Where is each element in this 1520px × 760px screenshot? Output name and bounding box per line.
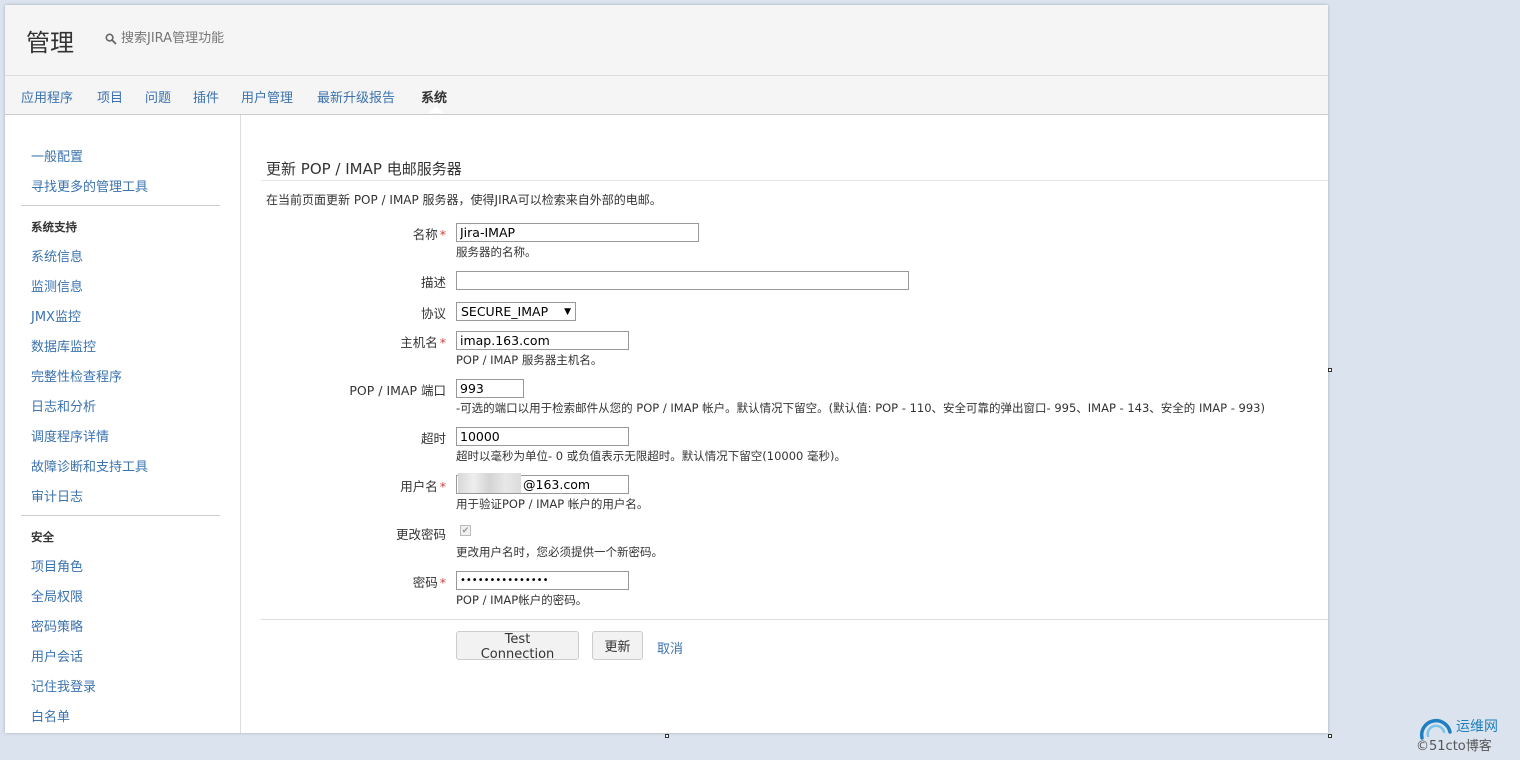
name-label-text: 名称 bbox=[412, 227, 438, 242]
name-input[interactable] bbox=[456, 223, 699, 242]
change-password-hint: 更改用户名时，您必须提供一个新密码。 bbox=[456, 545, 663, 559]
protocol-selected-value: SECURE_IMAP bbox=[461, 304, 549, 319]
username-label-text: 用户名 bbox=[400, 479, 438, 494]
name-hint: 服务器的名称。 bbox=[456, 245, 537, 259]
tab-plugins[interactable]: 插件 bbox=[193, 87, 219, 106]
cancel-link[interactable]: 取消 bbox=[657, 638, 683, 657]
host-input[interactable] bbox=[456, 331, 629, 350]
main-content: 更新 POP / IMAP 电邮服务器 在当前页面更新 POP / IMAP 服… bbox=[241, 115, 1328, 733]
sidebar-item-scheduler[interactable]: 调度程序详情 bbox=[31, 426, 109, 445]
resize-handle-right[interactable] bbox=[1328, 368, 1332, 372]
resize-handle-corner[interactable] bbox=[1328, 734, 1332, 738]
timeout-input[interactable] bbox=[456, 427, 629, 446]
sidebar-item-system-info[interactable]: 系统信息 bbox=[31, 246, 83, 265]
sidebar-item-user-sessions[interactable]: 用户会话 bbox=[31, 646, 83, 665]
form-divider bbox=[261, 619, 1328, 620]
sidebar-item-remember-me[interactable]: 记住我登录 bbox=[31, 676, 96, 695]
admin-search[interactable] bbox=[105, 31, 341, 46]
sidebar-item-logging[interactable]: 日志和分析 bbox=[31, 396, 96, 415]
password-hint: POP / IMAP帐户的密码。 bbox=[456, 593, 588, 607]
watermark-url: ©51cto博客 bbox=[1416, 739, 1492, 754]
watermark-site-name: 运维网 bbox=[1456, 719, 1498, 735]
admin-header: 管理 bbox=[5, 5, 1328, 76]
protocol-label: 协议 bbox=[420, 306, 446, 321]
page-heading: 管理 bbox=[26, 29, 74, 57]
host-label: 主机名 * bbox=[400, 332, 446, 351]
change-password-label: 更改密码 bbox=[395, 527, 446, 542]
search-icon bbox=[105, 32, 117, 45]
form-title: 更新 POP / IMAP 电邮服务器 bbox=[266, 160, 462, 178]
tab-issues[interactable]: 问题 bbox=[145, 87, 171, 106]
name-label: 名称 * bbox=[413, 224, 446, 243]
sidebar-item-db-monitoring[interactable]: 数据库监控 bbox=[31, 336, 96, 355]
username-hint: 用于验证POP / IMAP 帐户的用户名。 bbox=[456, 497, 649, 511]
password-input[interactable]: ••••••••••••••• bbox=[456, 571, 629, 590]
host-label-text: 主机名 bbox=[400, 335, 438, 350]
host-hint: POP / IMAP 服务器主机名。 bbox=[456, 353, 603, 367]
sidebar-heading-system-support: 系统支持 bbox=[31, 220, 77, 234]
test-connection-button[interactable]: Test Connection bbox=[456, 631, 579, 662]
jira-admin-window: 管理 应用程序 项目 问题 插件 用户管理 最新升级报告 系统 一般配置 寻找更… bbox=[5, 5, 1328, 733]
checkmark-icon: ✔ bbox=[461, 525, 470, 536]
description-input[interactable] bbox=[456, 271, 909, 290]
tab-upgrade-report[interactable]: 最新升级报告 bbox=[317, 87, 395, 106]
admin-nav: 应用程序 项目 问题 插件 用户管理 最新升级报告 系统 bbox=[5, 76, 1328, 115]
sidebar-item-troubleshooting[interactable]: 故障诊断和支持工具 bbox=[31, 456, 148, 475]
tab-applications[interactable]: 应用程序 bbox=[21, 87, 73, 106]
sidebar-divider bbox=[21, 515, 220, 516]
sidebar-divider bbox=[21, 205, 220, 206]
update-button[interactable]: 更新 bbox=[592, 631, 643, 660]
form-description: 在当前页面更新 POP / IMAP 服务器，使得JIRA可以检索来自外部的电邮… bbox=[266, 193, 662, 207]
tab-system[interactable]: 系统 bbox=[421, 87, 447, 106]
resize-handle-bottom[interactable] bbox=[665, 734, 669, 738]
sidebar-item-general-config[interactable]: 一般配置 bbox=[31, 146, 83, 165]
search-input[interactable] bbox=[121, 31, 341, 46]
password-label-text: 密码 bbox=[412, 575, 438, 590]
sidebar-item-integrity-checker[interactable]: 完整性检查程序 bbox=[31, 366, 122, 385]
sidebar-item-password-policy[interactable]: 密码策略 bbox=[31, 616, 83, 635]
sidebar-item-whitelist[interactable]: 白名单 bbox=[31, 706, 70, 725]
required-mark: * bbox=[439, 335, 446, 350]
description-label: 描述 bbox=[420, 275, 446, 290]
required-mark: * bbox=[439, 575, 446, 590]
password-label: 密码 * bbox=[413, 572, 446, 591]
port-hint: -可选的端口以用于检索邮件从您的 POP / IMAP 帐户。默认情况下留空。(… bbox=[456, 401, 1265, 415]
sidebar-item-find-more-tools[interactable]: 寻找更多的管理工具 bbox=[31, 176, 148, 195]
sidebar-item-monitoring[interactable]: 监测信息 bbox=[31, 276, 83, 295]
active-tab-pointer bbox=[429, 106, 443, 113]
port-input[interactable] bbox=[456, 379, 524, 398]
tab-user-management[interactable]: 用户管理 bbox=[241, 87, 293, 106]
sidebar-heading-security: 安全 bbox=[31, 530, 54, 544]
admin-sidebar: 一般配置 寻找更多的管理工具 系统支持 系统信息 监测信息 JMX监控 数据库监… bbox=[5, 115, 241, 733]
sidebar-item-jmx[interactable]: JMX监控 bbox=[31, 306, 81, 325]
timeout-label: 超时 bbox=[420, 431, 446, 446]
dropdown-arrow-icon: ▼ bbox=[564, 306, 571, 317]
required-mark: * bbox=[439, 227, 446, 242]
port-label: POP / IMAP 端口 bbox=[349, 383, 446, 398]
timeout-hint: 超时以毫秒为单位- 0 或负值表示无限超时。默认情况下留空(10000 毫秒)。 bbox=[456, 449, 846, 463]
tab-projects[interactable]: 项目 bbox=[97, 87, 123, 106]
sidebar-item-global-permissions[interactable]: 全局权限 bbox=[31, 586, 83, 605]
sidebar-item-project-roles[interactable]: 项目角色 bbox=[31, 556, 83, 575]
change-password-checkbox[interactable]: ✔ bbox=[460, 525, 471, 536]
username-label: 用户名 * bbox=[400, 476, 446, 495]
redacted-username-blur bbox=[458, 473, 521, 493]
sidebar-item-audit-log[interactable]: 审计日志 bbox=[31, 486, 83, 505]
title-divider bbox=[261, 180, 1328, 181]
required-mark: * bbox=[439, 479, 446, 494]
protocol-select[interactable]: SECURE_IMAP ▼ bbox=[456, 302, 576, 321]
watermark: 运维网 ©51cto博客 bbox=[1416, 714, 1520, 758]
